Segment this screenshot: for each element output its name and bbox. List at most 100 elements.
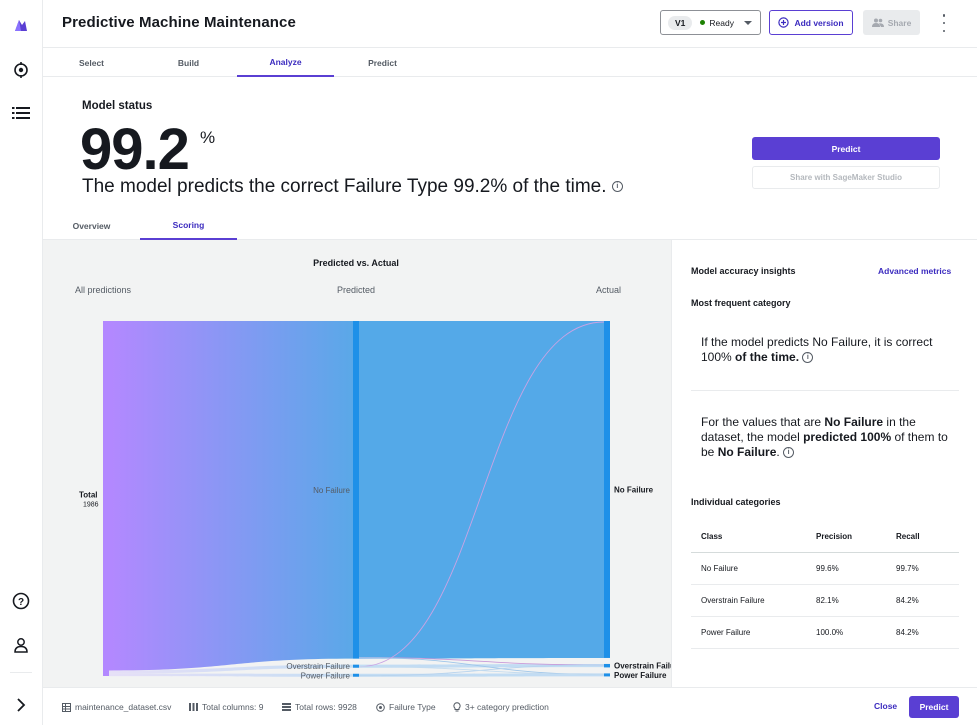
columns-icon [189,703,198,711]
sankey-node-predicted [353,321,359,659]
predicted-label: No Failure [313,486,350,495]
column-header: All predictions [75,285,132,295]
tab-analyze[interactable]: Analyze [237,48,334,77]
rows-info: Total rows: 9928 [282,702,357,712]
chart-title: Predicted vs. Actual [313,258,399,268]
more-options-icon[interactable] [941,14,947,32]
canvas-logo-icon[interactable] [11,15,31,35]
col-class: Class [701,532,723,541]
predicted-label: Power Failure [301,671,351,680]
accuracy-sentence-text: The model predicts the correct Failure T… [82,176,607,197]
sankey-node-source [103,321,109,676]
sankey-chart: Predicted vs. Actual All predictions Predi… [75,258,671,680]
svg-text:?: ? [18,597,24,608]
version-select[interactable]: V1 Ready [660,10,761,35]
people-icon [871,18,884,27]
insight-2-bold-d: predicted 100% [803,430,892,444]
expand-chevron-icon[interactable] [11,695,31,715]
page-title: Predictive Machine Maintenance [62,14,296,31]
insight-paragraph-1: If the model predicts No Failure, it is … [701,335,956,365]
add-version-label: Add version [794,17,844,28]
accuracy-sentence: The model predicts the correct Failure T… [82,176,623,198]
table-row: No Failure 99.6% 99.7% [691,553,959,585]
column-header: Actual [596,285,621,295]
col-recall: Recall [896,532,920,541]
model-status-label: Model status [82,100,153,112]
info-icon[interactable]: i [802,352,814,364]
most-frequent-heading: Most frequent category [691,298,791,308]
tab-build[interactable]: Build [140,48,237,77]
dataset-info: maintenance_dataset.csv [62,702,171,712]
table-cell: No Failure [701,564,738,573]
rail-divider [10,672,32,673]
target-info: Failure Type [376,702,436,712]
insight-paragraph-2: For the values that are No Failure in th… [701,415,956,460]
header: Predictive Machine Maintenance V1 Ready … [43,0,977,48]
share-button[interactable]: Share [863,10,920,35]
columns-text: Total columns: 9 [202,702,264,712]
insight-1-bold: of the time. [731,350,800,364]
datasets-list-icon[interactable] [11,103,31,123]
insight-2-text-g: . [776,445,780,459]
table-row: Power Failure 100.0% 84.2% [691,617,959,649]
user-icon[interactable] [11,635,31,655]
rows-text: Total rows: 9928 [295,702,357,712]
plus-circle-icon [778,17,790,28]
columns-info: Total columns: 9 [189,702,263,712]
footer: maintenance_dataset.csv Total columns: 9… [43,687,977,725]
sankey-node-actual [604,321,610,658]
sankey-node-actual [604,663,610,668]
advanced-metrics-link[interactable]: Advanced metrics [878,266,951,276]
info-icon[interactable]: i [783,447,795,459]
sub-tabs: Overview Scoring [43,211,977,240]
table-header-row: Class Precision Recall [691,521,959,553]
table-cell: 100.0% [816,628,844,637]
status-dot-icon [700,20,706,25]
table-cell: 99.6% [816,564,839,573]
target-text: Failure Type [389,702,436,712]
main-tabs: Select Build Analyze Predict [43,48,977,77]
actual-label: Overstrain Failure [614,662,671,671]
tab-predict[interactable]: Predict [334,48,431,77]
close-button[interactable]: Close [874,701,897,711]
footer-predict-button[interactable]: Predict [909,696,959,718]
tab-scoring[interactable]: Scoring [140,211,237,240]
source-value: 1986 [83,502,99,509]
flow-source-to-predicted [109,321,353,671]
predicted-label: Overstrain Failure [286,662,350,671]
info-icon[interactable]: i [611,181,623,193]
dataset-name: maintenance_dataset.csv [75,702,172,712]
tab-select[interactable]: Select [43,48,140,77]
help-icon[interactable]: ? [11,591,31,611]
col-precision: Precision [816,532,853,541]
flow-misclassified [358,666,605,675]
flow-predicted-to-actual [359,321,604,659]
predict-button[interactable]: Predict [752,137,940,160]
accuracy-unit: % [200,128,216,147]
table-row: Overstrain Failure 82.1% 84.2% [691,585,959,617]
flow-misclassified [358,657,605,666]
actual-label: Power Failure [614,671,667,680]
left-rail: ? [0,0,43,725]
table-cell: Overstrain Failure [701,596,765,605]
rows-icon [282,703,291,711]
source-label: Total [79,491,98,500]
insight-2-bold-f: No Failure [717,445,777,459]
status-text: Ready [709,17,734,28]
insights-divider [691,390,959,391]
column-header: Predicted [337,285,375,295]
models-icon[interactable] [11,60,31,80]
insight-2-text-a: For the values that are [701,415,825,429]
tab-overview[interactable]: Overview [43,211,140,240]
insight-2-bold-b: No Failure [824,415,884,429]
sankey-node-predicted [353,673,359,677]
add-version-button[interactable]: Add version [769,10,853,35]
insights-title: Model accuracy insights [691,266,796,276]
table-cell: 99.7% [896,564,919,573]
actual-label: No Failure [614,485,654,494]
table-cell: 82.1% [816,596,839,605]
share-sagemaker-button[interactable]: Share with SageMaker Studio [752,166,940,189]
insights-panel: Model accuracy insights Advanced metrics… [671,240,977,687]
sankey-node-actual [604,673,610,677]
sankey-panel: Predicted vs. Actual All predictions Predi… [43,240,671,687]
